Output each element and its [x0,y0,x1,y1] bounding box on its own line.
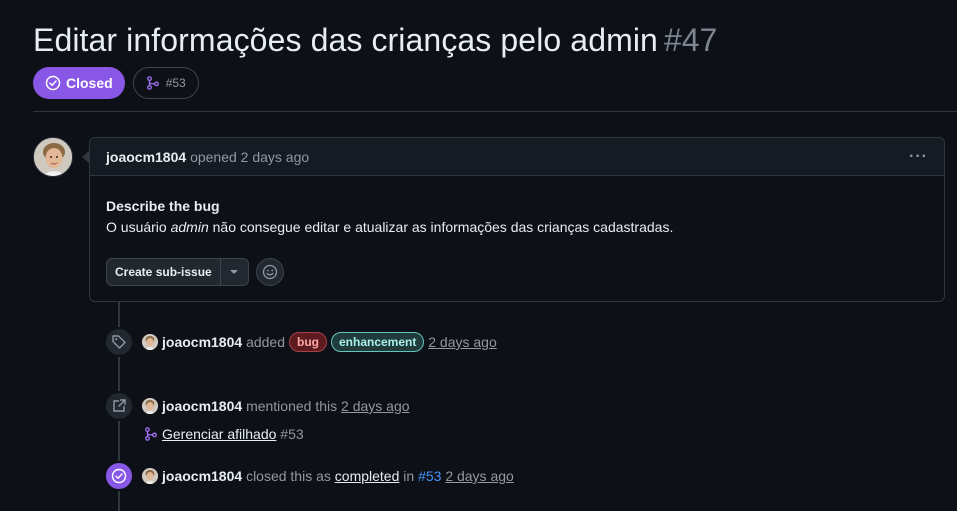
create-sub-issue-button[interactable]: Create sub-issue [107,259,221,285]
event-user[interactable]: joaocm1804 [162,334,242,350]
issue-number: #47 [663,22,718,58]
completed-link[interactable]: completed [335,468,400,484]
tag-icon [104,327,134,357]
linked-pr-button[interactable]: #53 [132,67,199,99]
issue-comment: joaocm1804 opened 2 days ago ··· Describ… [82,137,945,302]
opened-text: opened [190,148,237,165]
comment-text: O usuário admin não consegue editar e at… [106,219,674,235]
comment-actions: Create sub-issue [106,258,284,286]
pull-request-icon [146,76,159,90]
issue-title: Editar informações das crianças pelo adm… [33,22,658,58]
in-text: in [403,468,415,484]
comment-body: Describe the bug O usuário admin não con… [90,176,944,238]
label-bug[interactable]: bug [289,332,327,352]
header-divider [33,111,957,112]
referenced-pr: Gerenciar afilhado #53 [144,426,304,442]
issue-title-row: Editar informações das crianças pelo adm… [33,22,717,59]
state-label: Closed [66,75,113,91]
chevron-down-icon[interactable] [221,259,248,285]
issue-state-row: Closed #53 [33,67,199,99]
comment-heading: Describe the bug [106,198,220,214]
event-time[interactable]: 2 days ago [341,398,410,414]
event-time[interactable]: 2 days ago [428,334,497,350]
event-action: mentioned this [246,398,338,414]
more-options-icon[interactable]: ··· [909,148,928,166]
closed-check-icon [104,461,134,491]
comment-header: joaocm1804 opened 2 days ago ··· [90,138,944,176]
user-avatar[interactable] [142,398,158,414]
timeline-event-closed: joaocm1804 closed this as completed in #… [104,461,514,491]
referenced-pr-title[interactable]: Gerenciar afilhado [162,426,276,442]
event-user[interactable]: joaocm1804 [162,468,242,484]
create-sub-issue-button-group: Create sub-issue [106,258,249,286]
label-enhancement[interactable]: enhancement [331,332,425,352]
comment-time[interactable]: 2 days ago [241,149,310,165]
add-reaction-button[interactable] [255,258,284,286]
linked-pr-number: #53 [165,76,186,90]
event-user[interactable]: joaocm1804 [162,398,242,414]
user-avatar[interactable] [142,468,158,484]
cross-reference-icon [104,391,134,421]
comment-emphasis: admin [170,219,209,235]
event-action: closed this as [246,468,331,484]
closing-pr-link[interactable]: #53 [418,468,441,484]
check-circle-icon [45,75,61,91]
timeline-event-labeled: joaocm1804 added bug enhancement 2 days … [104,327,497,357]
smiley-icon [262,264,277,280]
event-time[interactable]: 2 days ago [445,468,514,484]
comment-author[interactable]: joaocm1804 [106,149,186,165]
referenced-pr-number[interactable]: #53 [280,426,303,442]
timeline-event-mentioned: joaocm1804 mentioned this 2 days ago [104,391,410,421]
closed-state-badge: Closed [33,67,125,99]
user-avatar[interactable] [142,334,158,350]
author-avatar[interactable] [33,137,73,177]
pull-request-merged-icon [145,427,157,441]
event-action: added [246,334,285,350]
